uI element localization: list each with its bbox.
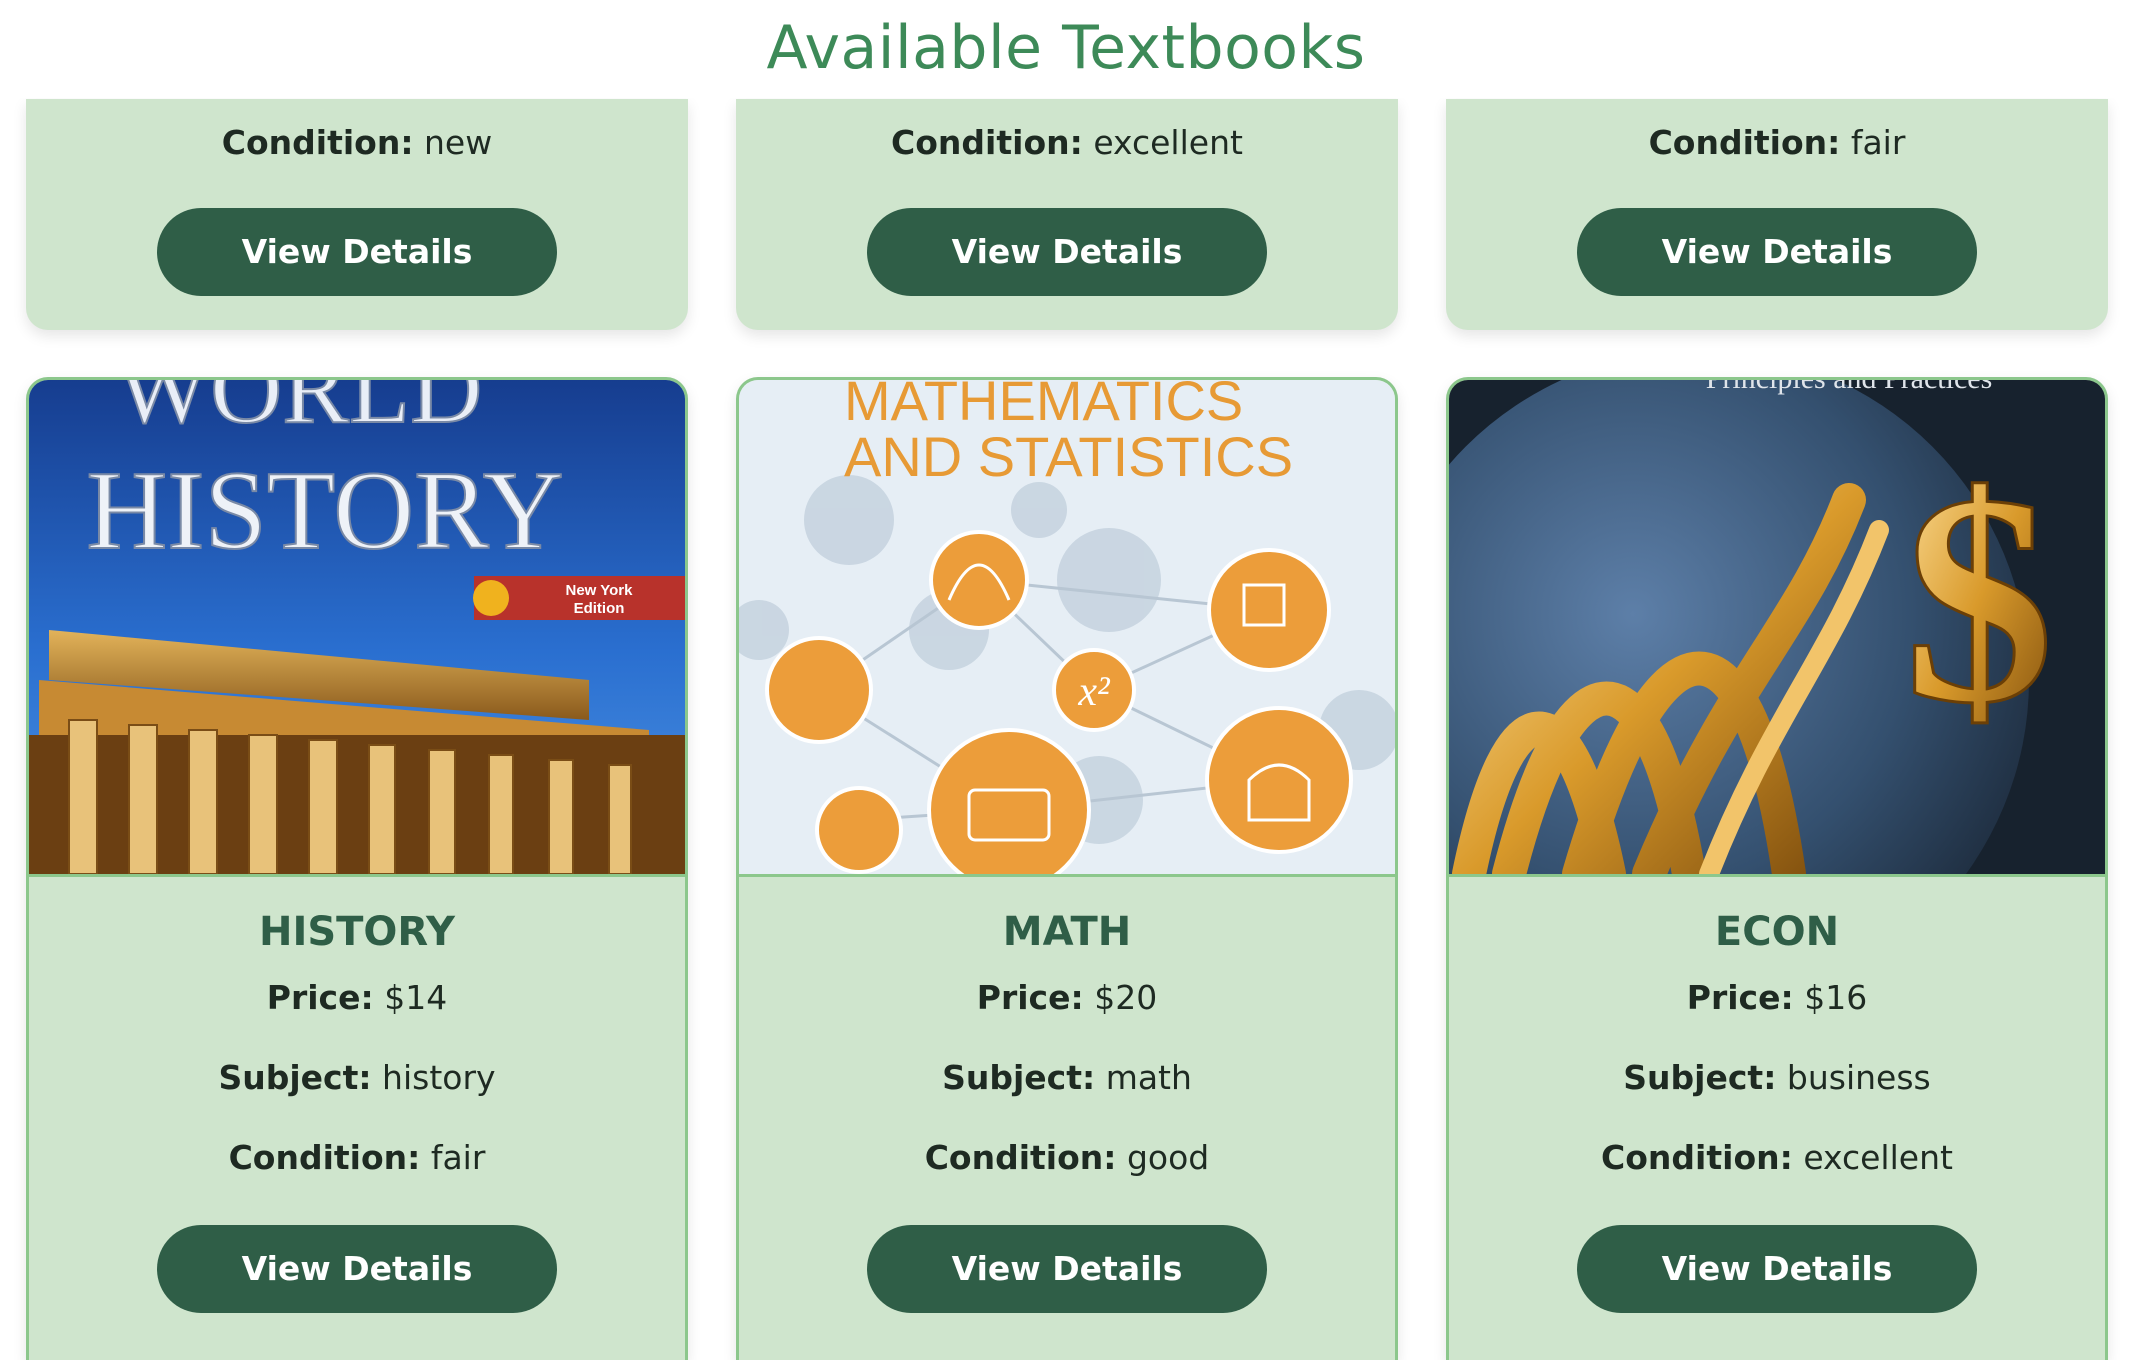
cover-heading: Principles and Practices	[1706, 380, 1993, 395]
subject-value: history	[382, 1058, 496, 1097]
view-details-button[interactable]: View Details	[157, 208, 557, 296]
cover-heading-line1: WORLD	[116, 380, 483, 444]
subject-field: Subject: history	[29, 1058, 685, 1098]
condition-label: Condition:	[221, 123, 414, 162]
textbook-card: Condition: fair View Details	[1446, 99, 2108, 330]
condition-field: Condition: excellent	[1449, 1138, 2105, 1178]
condition-value: new	[424, 123, 493, 162]
subject-label: Subject:	[218, 1058, 372, 1097]
cover-heading-line2: HISTORY	[86, 449, 563, 573]
textbook-card-econ: Principles and Practices $ ECON Price: $…	[1446, 377, 2108, 1360]
condition-value: excellent	[1093, 123, 1243, 162]
textbook-grid: Condition: new View Details Condition: e…	[0, 0, 2132, 1360]
condition-label: Condition:	[891, 123, 1083, 162]
price-label: Price:	[266, 978, 374, 1017]
subject-value: math	[1105, 1058, 1192, 1097]
econ-cover: Principles and Practices $	[1449, 380, 2105, 874]
book-title: MATH	[1002, 909, 1132, 955]
textbook-card-math: MATHEMATICS AND STATISTICS x² MATH Price…	[736, 377, 1398, 1360]
price-label: Price:	[1686, 978, 1794, 1017]
page-title: Available Textbooks	[766, 13, 1366, 83]
price-label: Price:	[976, 978, 1084, 1017]
price-field: Price: $16	[1449, 978, 2105, 1018]
book-cover-image[interactable]: Principles and Practices $	[1449, 380, 2105, 877]
price-value: $16	[1804, 978, 1868, 1017]
textbooks-page: Condition: new View Details Condition: e…	[0, 0, 2132, 1360]
subject-label: Subject:	[1623, 1058, 1777, 1097]
condition-field: Condition: good	[739, 1138, 1395, 1178]
price-field: Price: $14	[29, 978, 685, 1018]
condition-label: Condition:	[924, 1138, 1117, 1177]
view-details-button[interactable]: View Details	[867, 208, 1267, 296]
math-statistics-cover: MATHEMATICS AND STATISTICS x²	[739, 380, 1395, 874]
condition-value: good	[1126, 1138, 1210, 1177]
subject-value: business	[1786, 1058, 1931, 1097]
condition-field: Condition: excellent	[736, 123, 1398, 163]
condition-value: fair	[1850, 123, 1906, 162]
price-value: $20	[1094, 978, 1158, 1017]
book-title: ECON	[1714, 909, 1840, 955]
condition-value: fair	[430, 1138, 486, 1177]
textbook-card: Condition: new View Details	[26, 99, 688, 330]
condition-field: Condition: fair	[29, 1138, 685, 1178]
condition-field: Condition: new	[26, 123, 688, 163]
world-history-cover: WORLD HISTORY New York Edition	[29, 380, 685, 874]
view-details-button[interactable]: View Details	[1577, 208, 1977, 296]
cover-badge-line1: New York	[566, 582, 634, 599]
cover-formula: x²	[1077, 669, 1111, 715]
cover-badge-line2: Edition	[574, 600, 625, 617]
condition-value: excellent	[1803, 1138, 1953, 1177]
condition-label: Condition:	[228, 1138, 421, 1177]
price-value: $14	[384, 978, 448, 1017]
textbook-card-history: WORLD HISTORY New York Edition HISTORY P…	[26, 377, 688, 1360]
condition-field: Condition: fair	[1446, 123, 2108, 163]
view-details-button[interactable]: View Details	[1577, 1225, 1977, 1313]
book-title: HISTORY	[258, 909, 456, 955]
condition-label: Condition:	[1648, 123, 1841, 162]
book-cover-image[interactable]: MATHEMATICS AND STATISTICS x²	[739, 380, 1395, 877]
subject-field: Subject: math	[739, 1058, 1395, 1098]
subject-field: Subject: business	[1449, 1058, 2105, 1098]
book-cover-image[interactable]: WORLD HISTORY New York Edition	[29, 380, 685, 877]
cover-symbol: $	[1904, 433, 2054, 765]
price-field: Price: $20	[739, 978, 1395, 1018]
textbook-card: Condition: excellent View Details	[736, 99, 1398, 330]
view-details-button[interactable]: View Details	[157, 1225, 557, 1313]
view-details-button[interactable]: View Details	[867, 1225, 1267, 1313]
subject-label: Subject:	[942, 1058, 1096, 1097]
page-header: Available Textbooks	[0, 0, 2132, 98]
condition-label: Condition:	[1601, 1138, 1793, 1177]
cover-heading-line2: AND STATISTICS	[844, 425, 1293, 488]
